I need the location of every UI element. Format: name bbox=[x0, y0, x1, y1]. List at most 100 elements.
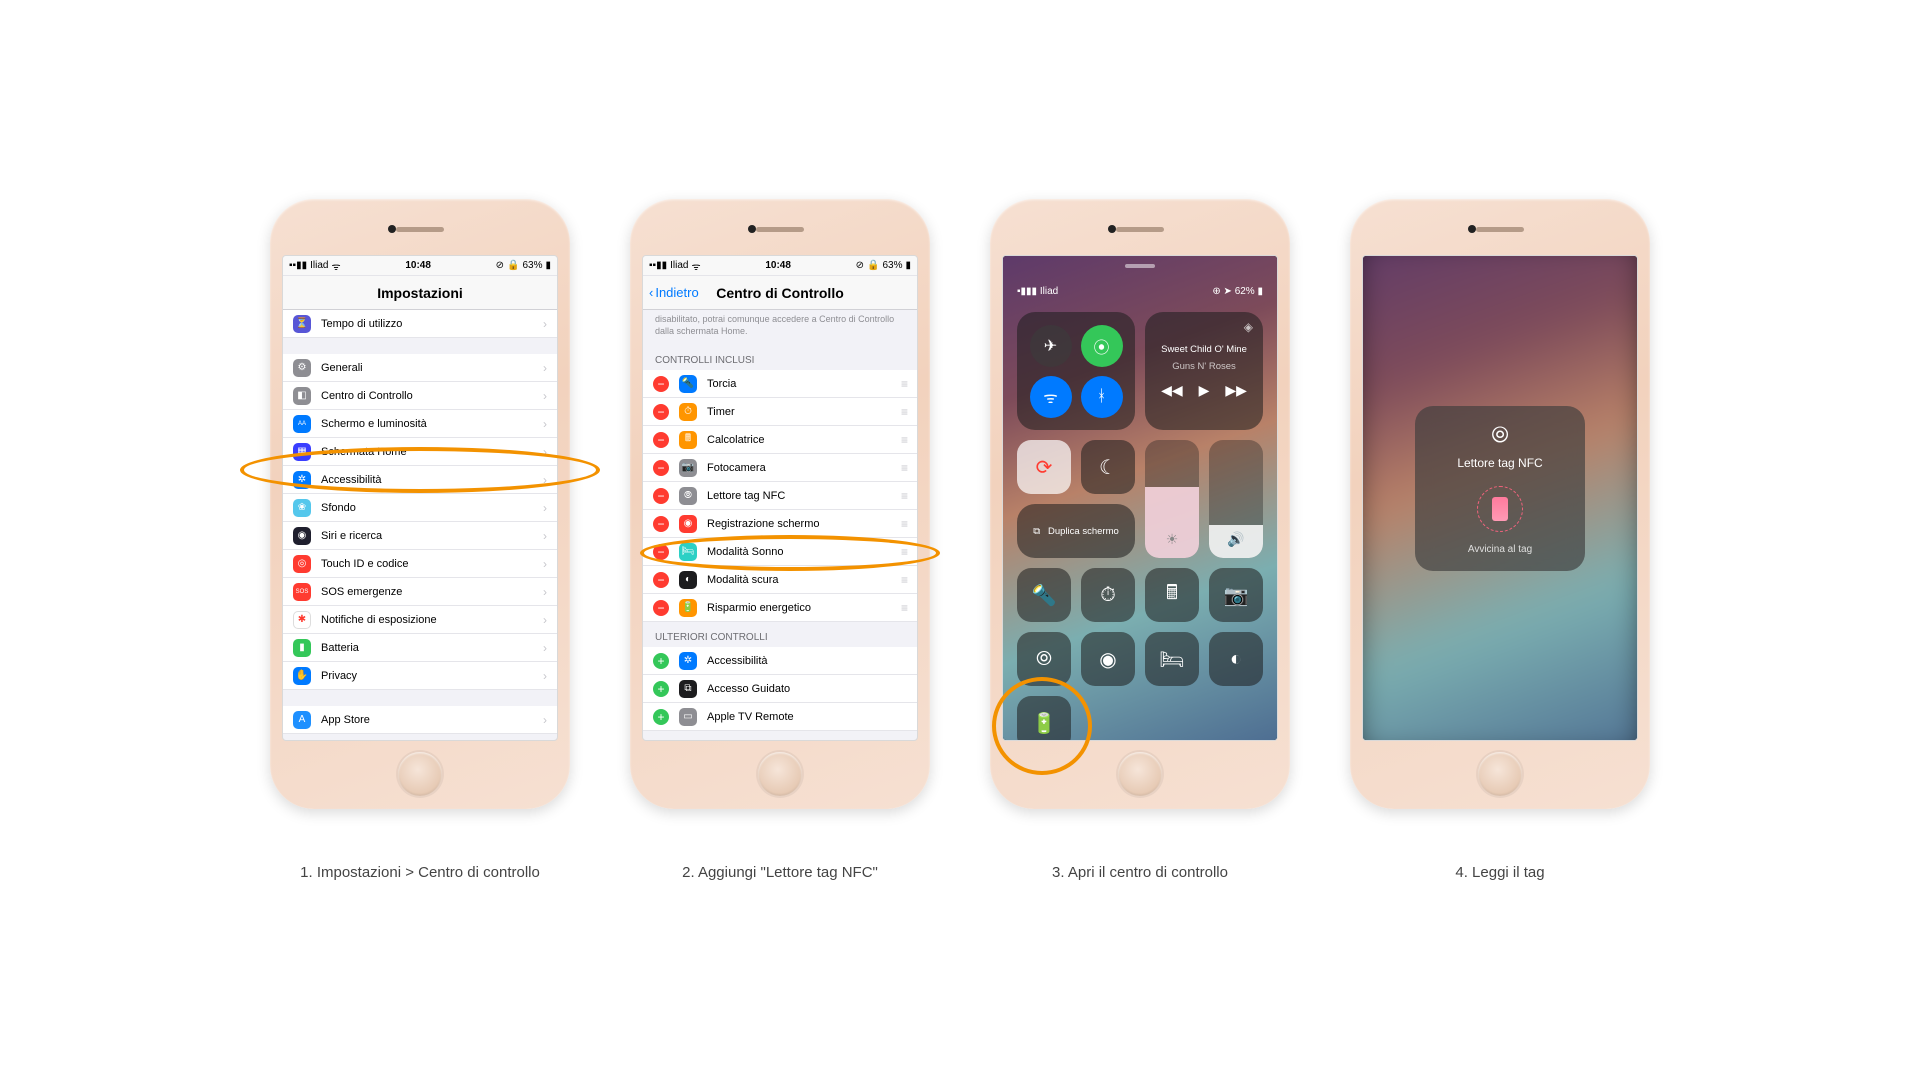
control-row[interactable]: −🔋Risparmio energetico≡ bbox=[643, 594, 917, 622]
screen-mirroring-tile[interactable]: ⧉ Duplica schermo bbox=[1017, 504, 1135, 558]
add-button[interactable]: + bbox=[653, 709, 669, 725]
row-icon: ◉ bbox=[679, 515, 697, 533]
nfc-reader-tile[interactable]: ⦾ bbox=[1017, 632, 1071, 686]
remove-button[interactable]: − bbox=[653, 404, 669, 420]
brightness-slider[interactable]: ☀ bbox=[1145, 440, 1199, 558]
settings-row[interactable]: ✋Privacy› bbox=[283, 662, 557, 690]
chevron-right-icon: › bbox=[543, 361, 547, 375]
next-track-icon[interactable]: ▶▶ bbox=[1225, 382, 1247, 399]
phone-frame: ⦾ Lettore tag NFC Avvicina al tag bbox=[1350, 199, 1650, 809]
row-icon: ◧ bbox=[293, 387, 311, 405]
low-power-tile[interactable]: 🔋 bbox=[1017, 696, 1071, 741]
drag-handle-icon[interactable]: ≡ bbox=[901, 405, 907, 419]
control-row[interactable]: −◉Registrazione schermo≡ bbox=[643, 510, 917, 538]
brightness-icon: ☀ bbox=[1166, 531, 1179, 548]
settings-row[interactable]: SOSSOS emergenze› bbox=[283, 578, 557, 606]
row-label: Schermata Home bbox=[321, 446, 407, 458]
caption: 4. Leggi il tag bbox=[1455, 864, 1544, 881]
screen-record-tile[interactable]: ◉ bbox=[1081, 632, 1135, 686]
row-icon: ✱ bbox=[293, 611, 311, 629]
settings-row[interactable]: ✱Notifiche di esposizione› bbox=[283, 606, 557, 634]
remove-button[interactable]: − bbox=[653, 544, 669, 560]
control-row[interactable]: −🔦Torcia≡ bbox=[643, 370, 917, 398]
airplane-toggle[interactable]: ✈ bbox=[1030, 325, 1072, 367]
row-icon: 📷 bbox=[679, 459, 697, 477]
screen-control-center: ▪▮▮▮ Iliad ⊕ ➤ 62% ▮ ✈ ⦿ bbox=[1002, 255, 1278, 741]
drag-handle-icon[interactable]: ≡ bbox=[901, 433, 907, 447]
drag-handle-icon[interactable]: ≡ bbox=[901, 377, 907, 391]
home-button[interactable] bbox=[1478, 752, 1522, 796]
music-panel[interactable]: ◈ Sweet Child O' Mine Guns N' Roses ◀◀ ▶… bbox=[1145, 312, 1263, 430]
flashlight-tile[interactable]: 🔦 bbox=[1017, 568, 1071, 622]
connectivity-panel[interactable]: ✈ ⦿ ᯤ ᚼ bbox=[1017, 312, 1135, 430]
control-row[interactable]: −🛏Modalità Sonno≡ bbox=[643, 538, 917, 566]
prev-track-icon[interactable]: ◀◀ bbox=[1161, 382, 1183, 399]
play-icon[interactable]: ▶ bbox=[1199, 382, 1210, 399]
timer-tile[interactable]: ⏱ bbox=[1081, 568, 1135, 622]
settings-row[interactable]: ◉Siri e ricerca› bbox=[283, 522, 557, 550]
dark-mode-tile[interactable]: ◐ bbox=[1209, 632, 1263, 686]
remove-button[interactable]: − bbox=[653, 488, 669, 504]
control-row[interactable]: −⏱Timer≡ bbox=[643, 398, 917, 426]
control-row[interactable]: +▭Apple TV Remote bbox=[643, 703, 917, 731]
nav-bar: ‹ Indietro Centro di Controllo bbox=[643, 276, 917, 310]
alarm-icon: ⊕ bbox=[1212, 286, 1223, 297]
drag-handle-icon[interactable]: ≡ bbox=[901, 517, 907, 531]
drag-handle-icon[interactable]: ≡ bbox=[901, 489, 907, 503]
sleep-tile[interactable]: 🛏 bbox=[1145, 632, 1199, 686]
nav-title: Impostazioni bbox=[377, 285, 463, 301]
remove-button[interactable]: − bbox=[653, 600, 669, 616]
settings-row[interactable]: ▦Schermata Home› bbox=[283, 438, 557, 466]
control-row[interactable]: −⦾Lettore tag NFC≡ bbox=[643, 482, 917, 510]
orientation-lock-tile[interactable]: ⟳ bbox=[1017, 440, 1071, 494]
settings-row[interactable]: ⏳Tempo di utilizzo› bbox=[283, 310, 557, 338]
row-icon: ⏱ bbox=[679, 403, 697, 421]
home-button[interactable] bbox=[398, 752, 442, 796]
settings-row[interactable]: ⚙Generali› bbox=[283, 354, 557, 382]
row-label: Modalità scura bbox=[707, 574, 779, 586]
settings-row[interactable]: AASchermo e luminosità› bbox=[283, 410, 557, 438]
row-icon: 🛏 bbox=[679, 543, 697, 561]
row-label: Sfondo bbox=[321, 502, 356, 514]
add-button[interactable]: + bbox=[653, 681, 669, 697]
settings-row[interactable]: ❀Sfondo› bbox=[283, 494, 557, 522]
bluetooth-toggle[interactable]: ᚼ bbox=[1081, 376, 1123, 418]
drag-handle-icon[interactable]: ≡ bbox=[901, 461, 907, 475]
settings-row[interactable]: ▮Batteria› bbox=[283, 634, 557, 662]
drag-handle-icon[interactable]: ≡ bbox=[901, 573, 907, 587]
remove-button[interactable]: − bbox=[653, 572, 669, 588]
control-row[interactable]: −📷Fotocamera≡ bbox=[643, 454, 917, 482]
volume-slider[interactable]: 🔊 bbox=[1209, 440, 1263, 558]
cellular-toggle[interactable]: ⦿ bbox=[1081, 325, 1123, 367]
chevron-right-icon: › bbox=[543, 585, 547, 599]
battery-icon: ▮ bbox=[545, 260, 551, 271]
control-row[interactable]: +✲Accessibilità bbox=[643, 647, 917, 675]
airplay-icon[interactable]: ◈ bbox=[1244, 320, 1253, 334]
control-row[interactable]: −🖩Calcolatrice≡ bbox=[643, 426, 917, 454]
wifi-icon: ᯤ bbox=[331, 259, 340, 273]
control-row[interactable]: +⧉Accesso Guidato bbox=[643, 675, 917, 703]
remove-button[interactable]: − bbox=[653, 460, 669, 476]
clock: 10:48 bbox=[765, 260, 791, 271]
settings-row[interactable]: ✲Accessibilità› bbox=[283, 466, 557, 494]
step-4: ⦾ Lettore tag NFC Avvicina al tag 4. Leg… bbox=[1350, 199, 1650, 881]
back-button[interactable]: ‹ Indietro bbox=[649, 285, 699, 300]
battery-pct: 62% bbox=[1235, 286, 1255, 297]
do-not-disturb-tile[interactable]: ☾ bbox=[1081, 440, 1135, 494]
camera-tile[interactable]: 📷 bbox=[1209, 568, 1263, 622]
settings-row[interactable]: ◧Centro di Controllo› bbox=[283, 382, 557, 410]
settings-row[interactable]: AApp Store› bbox=[283, 706, 557, 734]
calculator-tile[interactable]: 🖩 bbox=[1145, 568, 1199, 622]
remove-button[interactable]: − bbox=[653, 376, 669, 392]
settings-row[interactable]: ◎Touch ID e codice› bbox=[283, 550, 557, 578]
home-button[interactable] bbox=[758, 752, 802, 796]
control-row[interactable]: −◐Modalità scura≡ bbox=[643, 566, 917, 594]
home-button[interactable] bbox=[1118, 752, 1162, 796]
remove-button[interactable]: − bbox=[653, 432, 669, 448]
drag-handle-icon[interactable]: ≡ bbox=[901, 601, 907, 615]
row-icon: SOS bbox=[293, 583, 311, 601]
drag-handle-icon[interactable]: ≡ bbox=[901, 545, 907, 559]
add-button[interactable]: + bbox=[653, 653, 669, 669]
remove-button[interactable]: − bbox=[653, 516, 669, 532]
wifi-toggle[interactable]: ᯤ bbox=[1030, 376, 1072, 418]
